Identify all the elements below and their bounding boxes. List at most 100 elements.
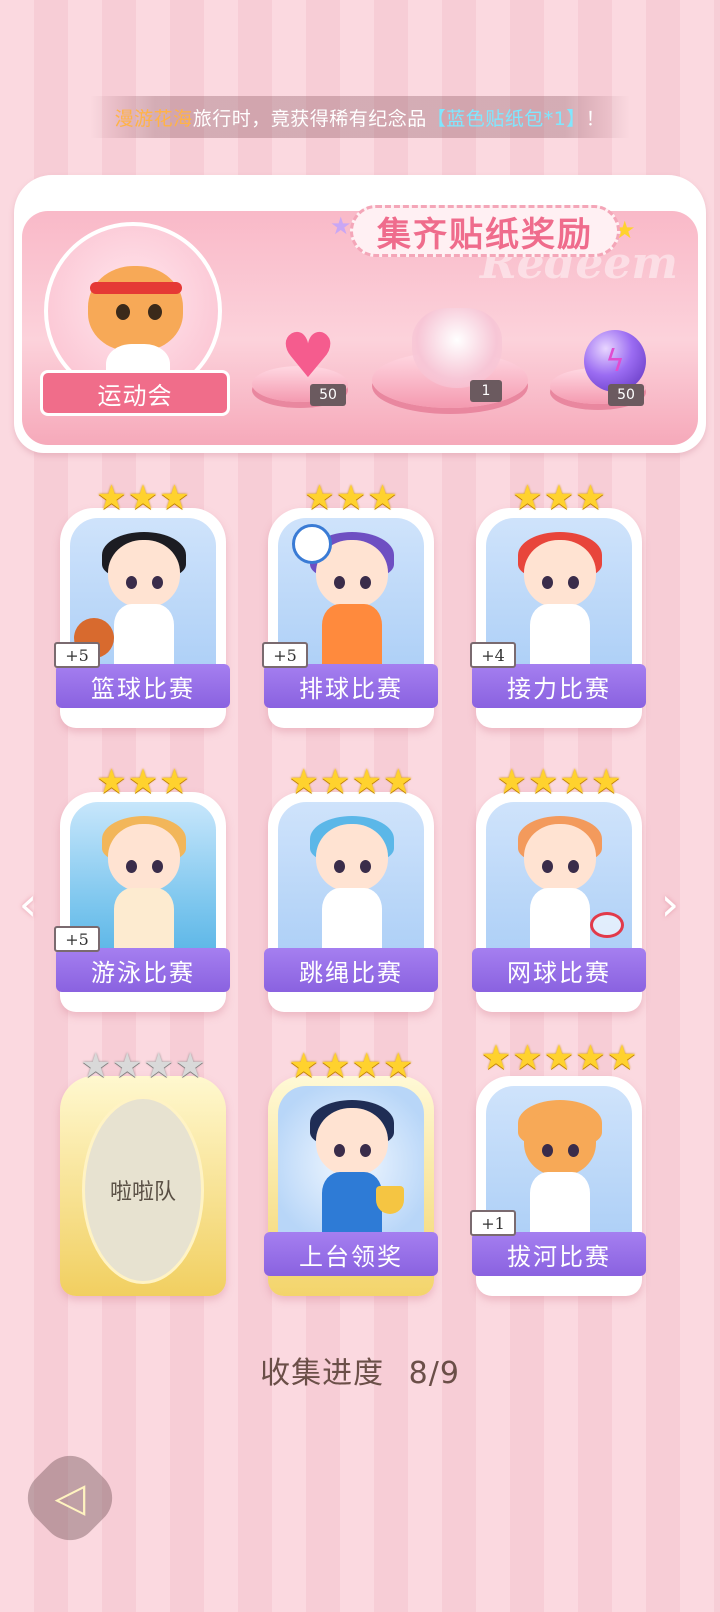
toast-end: ！: [585, 107, 606, 130]
card-label: 接力比赛: [472, 664, 646, 708]
character-head: [316, 824, 388, 892]
card-label: 上台领奖: [264, 1232, 438, 1276]
star-icon: ★: [335, 478, 367, 518]
character-eye: [360, 576, 371, 589]
star-icon: ★: [320, 1046, 351, 1086]
star-icon: ★: [159, 478, 190, 518]
prev-page-arrow-icon[interactable]: ‹: [8, 874, 48, 934]
card-label: 游泳比赛: [56, 948, 230, 992]
card-label: 跳绳比赛: [264, 948, 438, 992]
character-eye: [568, 1144, 579, 1157]
duplicate-count-badge: +5: [54, 926, 100, 952]
lightning-orb-icon[interactable]: ϟ: [584, 330, 646, 392]
star-icon: ★: [288, 1046, 320, 1086]
sticker-card[interactable]: 排球比赛 +5 ★ ★ ★: [262, 478, 438, 728]
star-icon: ★: [96, 478, 127, 518]
character-head: [108, 824, 180, 892]
collection-progress: 收集进度 8/9: [0, 1348, 720, 1392]
sticker-card[interactable]: 接力比赛 +4 ★ ★ ★: [470, 478, 646, 728]
reward-count: 50: [608, 384, 644, 406]
sticker-card[interactable]: 跳绳比赛 ★ ★ ★ ★: [264, 762, 438, 1012]
star-icon: ★: [382, 1046, 414, 1086]
next-page-arrow-icon[interactable]: ›: [650, 874, 690, 934]
star-icon: ★: [480, 1038, 512, 1078]
star-icon: ★: [528, 762, 559, 802]
star-icon: ★: [606, 1038, 638, 1078]
progress-label: 收集进度: [260, 1356, 385, 1391]
sticker-card[interactable]: 上台领奖 ★ ★ ★ ★: [264, 1046, 438, 1296]
banner-title: 集齐贴纸奖励: [350, 205, 620, 257]
card-label: 拔河比赛: [472, 1232, 646, 1276]
reward-toast: 漫游花海 旅行时，竟获得稀有纪念品 【蓝色贴纸包*1】 ！: [90, 96, 630, 138]
star-rating: ★ ★ ★: [60, 478, 226, 518]
card-label: 排球比赛: [264, 664, 438, 708]
star-icon: ★: [559, 762, 590, 802]
star-icon: ★: [112, 1046, 143, 1086]
sticker-card[interactable]: 拔河比赛 +1 ★ ★ ★ ★ ★: [470, 1041, 646, 1296]
cat-headband: [90, 282, 182, 294]
star-rating: ★ ★ ★ ★: [268, 1046, 434, 1086]
star-rating: ★ ★ ★ ★: [476, 762, 642, 802]
star-icon: ★: [304, 478, 335, 518]
star-rating: ★ ★ ★ ★ ★: [476, 1038, 642, 1078]
heart-gem-icon[interactable]: ♥: [277, 325, 339, 387]
duplicate-count-badge: +1: [470, 1210, 516, 1236]
card-label: 篮球比赛: [56, 664, 230, 708]
ribbon-icon[interactable]: [412, 308, 502, 388]
sticker-card[interactable]: 游泳比赛 +5 ★ ★ ★: [54, 762, 230, 1012]
sticker-card[interactable]: 啦啦队 ★ ★ ★ ★: [60, 1046, 226, 1296]
back-arrow-icon: ◁: [54, 1475, 86, 1521]
character-eye: [152, 576, 163, 589]
toast-location: 漫游花海: [114, 107, 193, 130]
star-icon: ★: [80, 1046, 112, 1086]
star-decoration-icon: ★: [330, 212, 352, 240]
duplicate-count-badge: +5: [262, 642, 308, 668]
star-icon: ★: [320, 762, 351, 802]
star-icon: ★: [288, 762, 320, 802]
character-head: [524, 1108, 596, 1176]
character-head: [524, 540, 596, 608]
star-icon: ★: [543, 478, 575, 518]
character-eye: [152, 860, 163, 873]
star-icon: ★: [543, 1038, 575, 1078]
character-eye: [360, 1144, 371, 1157]
star-icon: ★: [496, 762, 528, 802]
character-eye: [334, 576, 345, 589]
character-eye: [542, 1144, 553, 1157]
star-icon: ★: [174, 1046, 206, 1086]
cat-eye: [116, 304, 130, 320]
star-icon: ★: [382, 762, 414, 802]
character-eye: [126, 860, 137, 873]
star-icon: ★: [575, 478, 606, 518]
character-eye: [334, 1144, 345, 1157]
trophy-icon: [376, 1186, 404, 1214]
star-icon: ★: [575, 1038, 606, 1078]
character-eye: [542, 860, 553, 873]
star-icon: ★: [143, 1046, 174, 1086]
character-head: [524, 824, 596, 892]
character-eye: [126, 576, 137, 589]
duplicate-count-badge: +4: [470, 642, 516, 668]
star-rating: ★ ★ ★: [60, 762, 226, 802]
tennis-racket-icon: [590, 912, 624, 938]
star-icon: ★: [159, 762, 190, 802]
star-icon: ★: [351, 1046, 382, 1086]
character-head: [108, 540, 180, 608]
star-rating: ★ ★ ★ ★: [60, 1046, 226, 1086]
star-rating: ★ ★ ★ ★: [268, 762, 434, 802]
duplicate-count-badge: +5: [54, 642, 100, 668]
cat-eye: [148, 304, 162, 320]
character-eye: [568, 576, 579, 589]
character-head: [316, 1108, 388, 1176]
star-rating: ★ ★ ★: [476, 478, 642, 518]
star-icon: ★: [127, 478, 159, 518]
sticker-card[interactable]: 篮球比赛 +5 ★ ★ ★: [54, 478, 230, 728]
star-icon: ★: [590, 762, 622, 802]
locked-card-label: 啦啦队: [82, 1096, 204, 1284]
character-eye: [568, 860, 579, 873]
character-eye: [334, 860, 345, 873]
star-icon: ★: [351, 762, 382, 802]
toast-text: 旅行时，竟获得稀有纪念品: [192, 107, 427, 130]
sticker-card[interactable]: 网球比赛 ★ ★ ★ ★: [472, 762, 646, 1012]
character-eye: [542, 576, 553, 589]
